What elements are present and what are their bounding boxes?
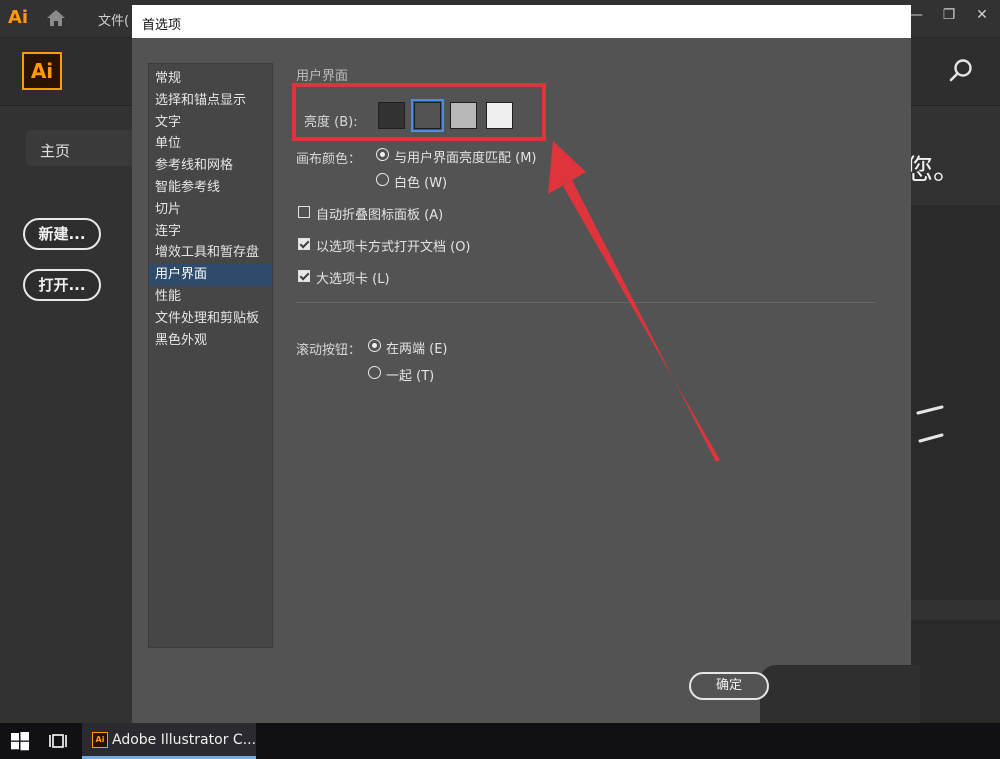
- dialog-title: 首选项: [142, 18, 182, 33]
- large-tabs-label: 大选项卡 (L): [316, 272, 390, 287]
- auto-collapse-checkbox[interactable]: [298, 206, 310, 218]
- search-icon[interactable]: [948, 58, 974, 84]
- category-item[interactable]: 用户界面: [149, 264, 272, 286]
- taskbar-illustrator-item[interactable]: Ai Adobe Illustrator C...: [82, 723, 256, 759]
- preferences-dialog: 首选项 常规 选择和锚点显示 文字 单位 参考线和网格 智能参考线 切片 连字 增效工具和暂存盘…: [132, 5, 920, 735]
- task-view-icon[interactable]: [48, 731, 68, 751]
- canvas-match-radio[interactable]: [376, 148, 389, 161]
- welcome-text: 您。: [905, 153, 962, 186]
- category-item[interactable]: 增效工具和暂存盘: [149, 242, 272, 264]
- scroll-both-ends-label: 在两端 (E): [386, 342, 448, 357]
- canvas-color-label: 画布颜色：: [296, 152, 362, 167]
- ok-button[interactable]: 确定: [689, 672, 769, 700]
- divider: [296, 302, 876, 303]
- category-item[interactable]: 连字: [149, 221, 272, 243]
- ai-logo-small[interactable]: Ai: [8, 6, 32, 30]
- open-as-tabs-checkbox[interactable]: [298, 238, 310, 250]
- open-button[interactable]: 打开...: [23, 269, 101, 301]
- dialog-titlebar[interactable]: 首选项: [132, 5, 911, 38]
- section-title: 用户界面: [296, 69, 349, 84]
- canvas-white-radio[interactable]: [376, 173, 389, 186]
- close-icon[interactable]: ✕: [970, 4, 994, 26]
- scroll-both-ends-radio[interactable]: [368, 339, 381, 352]
- ai-logo: Ai: [22, 52, 62, 90]
- category-item[interactable]: 切片: [149, 199, 272, 221]
- highlight-annotation-box: [292, 83, 546, 141]
- windows-start-icon[interactable]: [10, 731, 30, 751]
- category-item[interactable]: 选择和锚点显示: [149, 90, 272, 112]
- category-item[interactable]: 黑色外观: [149, 330, 272, 352]
- right-content-panel-lower: [910, 620, 1000, 723]
- auto-collapse-label: 自动折叠图标面板 (A): [316, 208, 444, 223]
- taskbar: Ai Adobe Illustrator C...: [0, 723, 1000, 759]
- category-list: 常规 选择和锚点显示 文字 单位 参考线和网格 智能参考线 切片 连字 增效工具和暂存盘 用户界面…: [148, 63, 273, 648]
- decoration-lines: [916, 405, 944, 443]
- home-nav-item[interactable]: 主页: [26, 130, 146, 166]
- taskbar-item-label: Adobe Illustrator C...: [112, 732, 257, 748]
- scroll-buttons-label: 滚动按钮：: [296, 343, 362, 358]
- category-item[interactable]: 智能参考线: [149, 177, 272, 199]
- scroll-together-radio[interactable]: [368, 366, 381, 379]
- scroll-together-label: 一起 (T): [386, 369, 435, 384]
- new-button[interactable]: 新建...: [23, 218, 101, 250]
- illustrator-taskbar-icon: Ai: [92, 732, 108, 748]
- menu-file[interactable]: 文件(: [98, 10, 129, 29]
- canvas-match-label: 与用户界面亮度匹配 (M): [394, 151, 537, 166]
- category-item[interactable]: 性能: [149, 286, 272, 308]
- category-item[interactable]: 单位: [149, 133, 272, 155]
- canvas-white-label: 白色 (W): [394, 176, 448, 191]
- category-item[interactable]: 文件处理和剪贴板: [149, 308, 272, 330]
- large-tabs-checkbox[interactable]: [298, 270, 310, 282]
- screen: Ai 文件( — ❐ ✕ Ai 主页 新建... 打开... 您。 首选项 常规…: [0, 0, 1000, 759]
- home-icon[interactable]: [46, 9, 66, 27]
- open-as-tabs-label: 以选项卡方式打开文档 (O): [316, 240, 471, 255]
- category-item[interactable]: 文字: [149, 112, 272, 134]
- window-controls: — ❐ ✕: [904, 4, 994, 28]
- category-item[interactable]: 常规: [149, 68, 272, 90]
- category-item[interactable]: 参考线和网格: [149, 155, 272, 177]
- restore-icon[interactable]: ❐: [937, 4, 961, 26]
